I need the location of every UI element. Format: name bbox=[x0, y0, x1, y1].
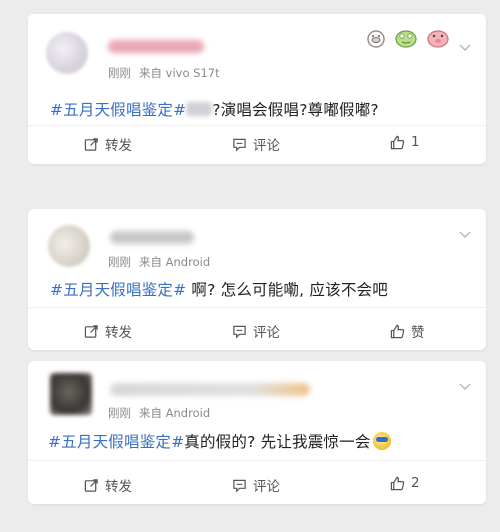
post-source: 来自 vivo S17t bbox=[139, 66, 220, 80]
thumbs-up-icon bbox=[390, 476, 405, 490]
post-text: 啊? 怎么可能嘞, 应该不会吧 bbox=[186, 281, 388, 299]
post-source: 来自 Android bbox=[139, 406, 211, 420]
post-content: #五月天假唱鉴定# 啊? 怎么可能嘞, 应该不会吧 bbox=[50, 278, 388, 300]
chevron-down-icon[interactable] bbox=[458, 40, 472, 54]
post-content: #五月天假唱鉴定#真的假的? 先让我震惊一会 bbox=[48, 430, 391, 452]
avatar[interactable] bbox=[48, 225, 90, 267]
username-blurred[interactable] bbox=[110, 383, 310, 396]
like-count: 1 bbox=[411, 134, 420, 150]
weibo-post-card: 刚刚 来自 vivo S17t #五月天假唱鉴定# ?演唱会假唱?尊嘟假嘟? 转发 bbox=[28, 14, 486, 164]
divider bbox=[28, 307, 486, 308]
action-bar: 转发 评论 赞 bbox=[28, 313, 486, 347]
blurred-word bbox=[186, 102, 213, 116]
username-blurred[interactable] bbox=[110, 231, 194, 244]
post-time: 刚刚 bbox=[108, 66, 131, 80]
post-time: 刚刚 bbox=[108, 406, 131, 420]
repost-label: 转发 bbox=[105, 325, 132, 341]
post-content: #五月天假唱鉴定# ?演唱会假唱?尊嘟假嘟? bbox=[50, 98, 379, 120]
post-meta: 刚刚 来自 Android bbox=[108, 405, 218, 421]
avatar[interactable] bbox=[50, 373, 92, 415]
comment-button[interactable]: 评论 bbox=[232, 475, 280, 495]
repost-icon bbox=[84, 478, 98, 492]
action-bar: 转发 评论 2 bbox=[28, 467, 486, 501]
weibo-post-card: 刚刚 来自 Android #五月天假唱鉴定# 啊? 怎么可能嘞, 应该不会吧 转… bbox=[28, 209, 486, 350]
chevron-down-icon[interactable] bbox=[458, 227, 472, 241]
weibo-post-card: 刚刚 来自 Android #五月天假唱鉴定#真的假的? 先让我震惊一会 转发 评… bbox=[28, 361, 486, 504]
post-source: 来自 Android bbox=[139, 255, 211, 269]
comment-button[interactable]: 评论 bbox=[232, 321, 280, 341]
repost-label: 转发 bbox=[105, 479, 132, 495]
topic-tag[interactable]: #五月天假唱鉴定# bbox=[50, 281, 186, 299]
post-text: ?演唱会假唱?尊嘟假嘟? bbox=[212, 101, 379, 119]
like-button[interactable]: 2 bbox=[390, 475, 420, 491]
topic-tag[interactable]: #五月天假唱鉴定# bbox=[50, 101, 186, 119]
repost-button[interactable]: 转发 bbox=[84, 475, 132, 495]
repost-icon bbox=[84, 324, 98, 338]
comment-icon bbox=[233, 479, 246, 493]
thumbs-up-icon bbox=[390, 324, 405, 338]
chevron-down-icon[interactable] bbox=[458, 379, 472, 393]
like-button[interactable]: 赞 bbox=[390, 321, 425, 341]
like-count: 2 bbox=[411, 475, 420, 491]
post-meta: 刚刚 来自 Android bbox=[108, 254, 218, 270]
repost-label: 转发 bbox=[105, 138, 132, 154]
action-bar: 转发 评论 1 bbox=[28, 126, 486, 160]
post-meta: 刚刚 来自 vivo S17t bbox=[108, 65, 228, 81]
comment-button[interactable]: 评论 bbox=[232, 134, 280, 154]
repost-button[interactable]: 转发 bbox=[84, 321, 132, 341]
avatar[interactable] bbox=[46, 32, 88, 74]
like-label: 赞 bbox=[411, 325, 425, 341]
shocked-emoji-icon bbox=[372, 432, 391, 450]
divider bbox=[28, 460, 486, 461]
post-text: 真的假的? 先让我震惊一会 bbox=[184, 433, 371, 451]
comment-icon bbox=[233, 138, 246, 152]
comment-label: 评论 bbox=[253, 325, 280, 341]
comment-icon bbox=[233, 325, 246, 339]
post-time: 刚刚 bbox=[108, 255, 131, 269]
repost-icon bbox=[84, 137, 98, 151]
like-button[interactable]: 1 bbox=[390, 134, 420, 150]
username-blurred[interactable] bbox=[108, 40, 204, 53]
thumbs-up-icon bbox=[390, 135, 405, 149]
comment-label: 评论 bbox=[253, 479, 280, 495]
comment-label: 评论 bbox=[253, 138, 280, 154]
repost-button[interactable]: 转发 bbox=[84, 134, 132, 154]
topic-tag[interactable]: #五月天假唱鉴定# bbox=[48, 433, 184, 451]
sticker-icons bbox=[367, 30, 449, 48]
